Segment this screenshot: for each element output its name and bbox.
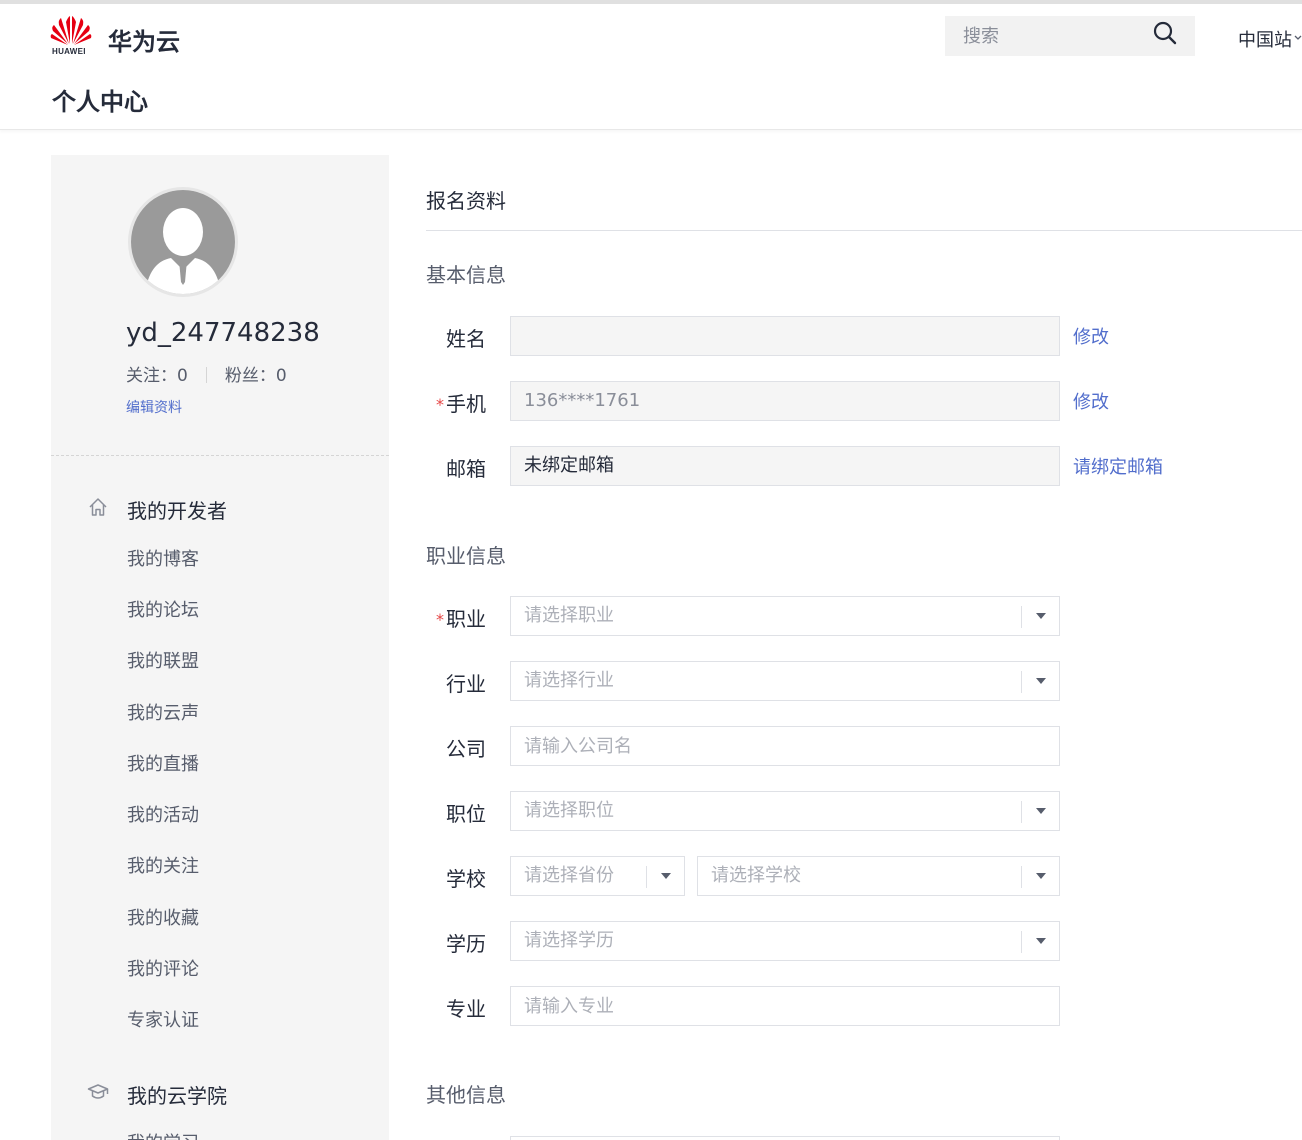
caret-down-icon[interactable] xyxy=(1036,938,1046,944)
school-label-text: 学校 xyxy=(446,867,486,891)
sidebar-item-cloud-voice[interactable]: 我的云声 xyxy=(127,699,199,725)
region-selector[interactable]: 中国站 xyxy=(1238,26,1292,52)
graduation-cap-icon xyxy=(87,1084,109,1099)
name-label-text: 姓名 xyxy=(446,327,486,351)
profile-stats: 关注：0 粉丝：0 xyxy=(126,361,287,386)
select-divider xyxy=(1021,671,1022,693)
sidebar-item-favorites[interactable]: 我的收藏 xyxy=(127,904,199,930)
sidebar-item-blog[interactable]: 我的博客 xyxy=(127,545,199,571)
username: yd_247748238 xyxy=(126,318,320,348)
sidebar-group-academy[interactable]: 我的云学院 xyxy=(51,1078,389,1108)
basic-info-title: 基本信息 xyxy=(426,263,506,287)
industry-select[interactable]: 请选择行业 xyxy=(510,661,1060,701)
job-select[interactable]: 请选择职业 xyxy=(510,596,1060,636)
phone-field: 136****1761 xyxy=(510,381,1060,421)
province-select[interactable]: 请选择省份 xyxy=(510,856,685,896)
education-label-text: 学历 xyxy=(446,932,486,956)
section-divider xyxy=(426,230,1302,231)
edit-phone-link[interactable]: 修改 xyxy=(1073,388,1109,414)
home-icon xyxy=(89,498,107,516)
position-select[interactable]: 请选择职位 xyxy=(510,791,1060,831)
job-select-placeholder: 请选择职业 xyxy=(524,605,614,626)
select-divider xyxy=(646,866,647,888)
major-label: 专业 xyxy=(426,993,486,1022)
follow-label: 关注： xyxy=(126,366,177,386)
other-info-title: 其他信息 xyxy=(426,1083,506,1107)
position-label: 职位 xyxy=(426,798,486,827)
logo-wordmark: HUAWEI xyxy=(52,47,86,56)
bind-email-link[interactable]: 请绑定邮箱 xyxy=(1073,453,1163,479)
position-label-text: 职位 xyxy=(446,802,486,826)
sidebar-group-label: 我的开发者 xyxy=(127,499,227,523)
sidebar-item-learning[interactable]: 我的学习 xyxy=(127,1129,199,1140)
caret-down-icon[interactable] xyxy=(1036,678,1046,684)
education-label: 学历 xyxy=(426,928,486,957)
required-mark: * xyxy=(436,610,444,629)
stats-divider xyxy=(205,367,207,383)
company-label: 公司 xyxy=(426,733,486,762)
site-header: HUAWEI 华为云 中国站 个人中心 xyxy=(0,4,1302,130)
career-info-title: 职业信息 xyxy=(426,544,506,568)
name-label: 姓名 xyxy=(426,323,486,352)
avatar[interactable] xyxy=(128,187,238,297)
major-input[interactable] xyxy=(510,986,1060,1026)
industry-select-placeholder: 请选择行业 xyxy=(524,670,614,691)
fans-label: 粉丝： xyxy=(224,366,276,386)
education-select[interactable]: 请选择学历 xyxy=(510,921,1060,961)
name-field xyxy=(510,316,1060,356)
email-label: 邮箱 xyxy=(426,453,486,482)
select-divider xyxy=(1021,801,1022,823)
select-divider xyxy=(1021,866,1022,888)
sidebar-group-developer[interactable]: 我的开发者 xyxy=(51,493,389,523)
school-select-placeholder: 请选择学校 xyxy=(711,865,801,886)
sidebar-item-forum[interactable]: 我的论坛 xyxy=(127,596,199,622)
huawei-flower-icon xyxy=(50,16,92,45)
job-label-text: 职业 xyxy=(446,607,486,631)
sidebar-item-activities[interactable]: 我的活动 xyxy=(127,801,199,827)
caret-down-icon[interactable] xyxy=(1036,808,1046,814)
caret-down-icon[interactable] xyxy=(1036,873,1046,879)
school-label: 学校 xyxy=(426,863,486,892)
sidebar-divider xyxy=(51,455,389,456)
job-label: * 职业 xyxy=(426,603,486,632)
page-title: 个人中心 xyxy=(52,88,148,116)
phone-label-text: 手机 xyxy=(446,392,486,416)
follow-count[interactable]: 0 xyxy=(177,366,188,386)
caret-down-icon[interactable] xyxy=(1036,613,1046,619)
sidebar-item-comments[interactable]: 我的评论 xyxy=(127,955,199,981)
email-field: 未绑定邮箱 xyxy=(510,446,1060,486)
fans-count[interactable]: 0 xyxy=(276,366,287,386)
major-label-text: 专业 xyxy=(446,997,486,1021)
select-divider xyxy=(1021,606,1022,628)
email-label-text: 邮箱 xyxy=(446,457,486,481)
edit-profile-link[interactable]: 编辑资料 xyxy=(126,397,182,417)
search-icon[interactable] xyxy=(1152,20,1178,46)
company-label-text: 公司 xyxy=(446,737,486,761)
edit-name-link[interactable]: 修改 xyxy=(1073,323,1109,349)
phone-label: * 手机 xyxy=(426,388,486,417)
industry-label: 行业 xyxy=(426,668,486,697)
sidebar-item-expert-cert[interactable]: 专家认证 xyxy=(127,1006,199,1032)
province-select-placeholder: 请选择省份 xyxy=(524,865,614,886)
caret-down-icon[interactable] xyxy=(661,873,671,879)
required-mark: * xyxy=(436,395,444,414)
position-select-placeholder: 请选择职位 xyxy=(524,800,614,821)
chevron-down-icon[interactable] xyxy=(1294,34,1302,42)
brand-name[interactable]: 华为云 xyxy=(108,22,180,57)
sidebar-item-alliance[interactable]: 我的联盟 xyxy=(127,647,199,673)
sidebar: yd_247748238 关注：0 粉丝：0 编辑资料 我的开发者 我的博客 我的… xyxy=(51,155,389,1140)
sidebar-group-label: 我的云学院 xyxy=(127,1084,227,1108)
school-select[interactable]: 请选择学校 xyxy=(697,856,1060,896)
other-info-field[interactable] xyxy=(510,1136,1060,1140)
user-avatar-icon xyxy=(131,190,235,294)
section-title: 报名资料 xyxy=(426,189,506,213)
select-divider xyxy=(1021,931,1022,953)
industry-label-text: 行业 xyxy=(446,672,486,696)
sidebar-item-live[interactable]: 我的直播 xyxy=(127,750,199,776)
search-input[interactable] xyxy=(945,16,1145,56)
education-select-placeholder: 请选择学历 xyxy=(524,930,614,951)
company-input[interactable] xyxy=(510,726,1060,766)
sidebar-item-follows[interactable]: 我的关注 xyxy=(127,852,199,878)
